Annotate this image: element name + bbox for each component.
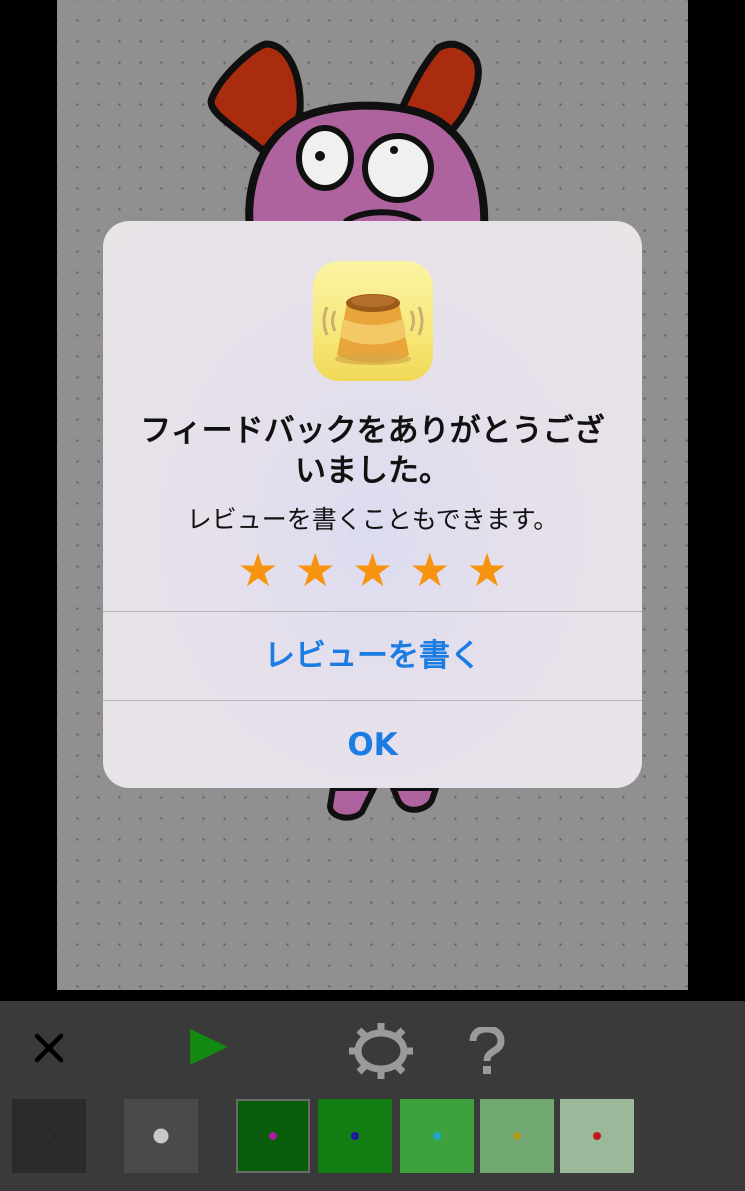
close-icon[interactable] (30, 1029, 68, 1067)
ok-button[interactable]: OK (103, 701, 642, 788)
star-rating[interactable]: ★ ★ ★ ★ ★ (103, 546, 642, 594)
star-3-icon[interactable]: ★ (352, 546, 393, 594)
dialog-message: レビューを書くこともできます。 (186, 505, 559, 534)
bottom-toolbar (0, 1001, 745, 1191)
star-2-icon[interactable]: ★ (295, 546, 336, 594)
color-swatch-3[interactable] (400, 1099, 474, 1173)
help-icon[interactable] (466, 1025, 508, 1075)
star-5-icon[interactable]: ★ (466, 546, 507, 594)
star-4-icon[interactable]: ★ (409, 546, 450, 594)
color-swatch-2[interactable] (318, 1099, 392, 1173)
brush-size-large[interactable] (124, 1099, 198, 1173)
star-1-icon[interactable]: ★ (237, 546, 278, 594)
color-swatch-4[interactable] (480, 1099, 554, 1173)
write-review-button[interactable]: レビューを書く (103, 612, 642, 700)
rating-dialog: フィードバックをありがとうございました。 レビューを書くこともできます。 ★ ★… (103, 221, 642, 788)
dialog-title: フィードバックをありがとうございました。 (140, 413, 605, 489)
color-swatch-5[interactable] (560, 1099, 634, 1173)
gear-icon[interactable] (344, 1019, 418, 1083)
pudding-app-icon (313, 261, 433, 381)
color-swatch-1[interactable] (236, 1099, 310, 1173)
brush-size-small[interactable] (12, 1099, 86, 1173)
play-icon[interactable] (186, 1025, 230, 1069)
